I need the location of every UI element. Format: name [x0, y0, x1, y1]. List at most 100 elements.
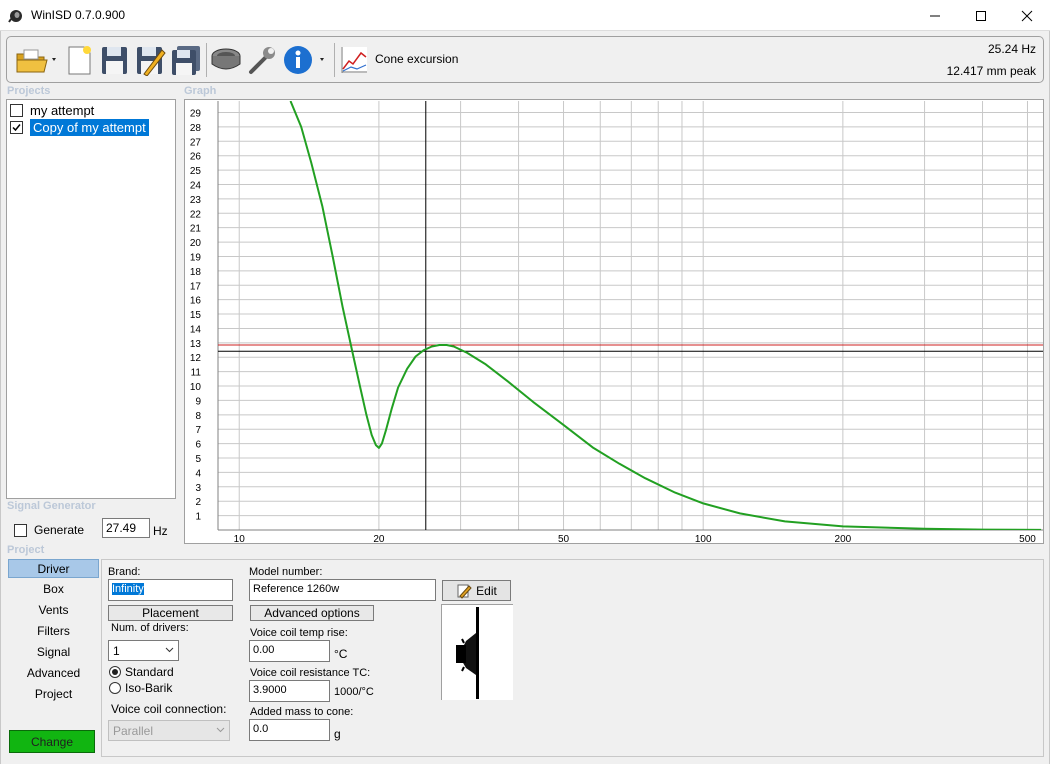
y-tick-label: 19 — [190, 252, 202, 263]
tab-signal[interactable]: Signal — [8, 643, 99, 662]
y-tick-label: 14 — [190, 324, 202, 335]
app-icon — [8, 7, 24, 23]
voice-coil-connection-value: Parallel — [113, 724, 154, 738]
maximize-icon — [976, 10, 986, 21]
voice-coil-connection-label: Voice coil connection: — [111, 702, 227, 716]
tab-driver[interactable]: Driver — [8, 559, 99, 578]
tab-filters[interactable]: Filters — [8, 622, 99, 641]
y-tick-label: 9 — [195, 396, 201, 407]
brand-value: Infinity — [112, 583, 144, 595]
y-tick-label: 12 — [190, 353, 202, 364]
y-tick-label: 8 — [195, 411, 201, 422]
close-icon — [1021, 10, 1033, 21]
chevron-down-icon — [216, 727, 225, 733]
driver-icon — [211, 48, 241, 70]
open-button[interactable] — [13, 42, 59, 78]
projects-section-label: Projects — [7, 85, 51, 97]
num-drivers-select[interactable]: 1 — [108, 640, 179, 661]
vc-temp-label: Voice coil temp rise: — [250, 627, 348, 639]
project-checkbox[interactable] — [10, 120, 23, 134]
vc-resistance-input[interactable]: 3.9000 — [249, 680, 330, 702]
radio-standard-circle[interactable] — [109, 666, 121, 678]
project-tabs: Driver Box Vents Filters Signal Advanced… — [6, 558, 99, 756]
y-tick-label: 23 — [190, 195, 202, 206]
y-tick-label: 21 — [190, 224, 202, 235]
save-button[interactable] — [97, 42, 131, 78]
project-section-label: Project — [7, 544, 45, 556]
y-tick-label: 11 — [191, 368, 202, 379]
y-tick-label: 24 — [190, 180, 202, 191]
driver-editor-button[interactable] — [209, 42, 243, 78]
radio-standard[interactable]: Standard — [109, 665, 174, 679]
y-tick-label: 27 — [190, 137, 202, 148]
tab-vents[interactable]: Vents — [8, 601, 99, 620]
model-number-label: Model number: — [249, 566, 323, 578]
new-project-button[interactable] — [62, 42, 96, 78]
change-button[interactable]: Change — [9, 730, 95, 753]
info-button[interactable] — [283, 42, 327, 78]
graph-panel[interactable]: 1 2 3 4 5 6 7 8 9 10 11 12 13 14 15 16 17 18 19 20 21 22 23 24 2… — [184, 99, 1044, 544]
y-tick-label: 15 — [190, 310, 202, 321]
checkmark-icon — [12, 123, 21, 131]
save-as-button[interactable] — [133, 42, 167, 78]
save-icon — [102, 47, 127, 74]
generator-frequency-input[interactable]: 27.49 — [102, 518, 150, 538]
added-mass-label: Added mass to cone: — [250, 706, 354, 718]
excursion-series-line — [289, 101, 1042, 530]
x-tick-label: 20 — [373, 534, 385, 543]
title-bar: WinISD 0.7.0.900 — [0, 0, 1050, 31]
edit-button-label: Edit — [476, 583, 497, 598]
vc-resistance-label: Voice coil resistance TC: — [250, 667, 371, 679]
project-checkbox[interactable] — [10, 103, 23, 117]
y-tick-label: 7 — [195, 425, 201, 436]
y-tick-label: 18 — [190, 267, 202, 278]
projects-list[interactable]: my attempt Copy of my attempt — [6, 99, 176, 499]
voice-coil-connection-select: Parallel — [108, 720, 230, 741]
y-tick-label: 5 — [195, 454, 201, 465]
placement-button[interactable]: Placement — [108, 605, 233, 621]
info-icon — [284, 46, 324, 74]
added-mass-unit: g — [334, 727, 341, 741]
save-all-button[interactable] — [169, 42, 203, 78]
tab-advanced[interactable]: Advanced — [8, 664, 99, 683]
project-item-selected[interactable]: Copy of my attempt — [10, 118, 149, 136]
edit-button[interactable]: Edit — [442, 580, 511, 601]
vc-resistance-unit: 1000/°C — [334, 686, 374, 698]
toolbar-separator — [334, 43, 335, 77]
tab-project[interactable]: Project — [8, 685, 99, 704]
advanced-options-button[interactable]: Advanced options — [250, 605, 374, 621]
cone-excursion-button[interactable] — [337, 42, 371, 78]
x-tick-label: 50 — [558, 534, 570, 543]
radio-standard-label: Standard — [125, 665, 174, 679]
cone-excursion-chart[interactable]: 1234567891011121314151617181920212223242… — [185, 100, 1043, 543]
tab-box[interactable]: Box — [8, 580, 99, 599]
y-tick-label: 16 — [190, 296, 202, 307]
y-tick-label: 2 — [195, 497, 201, 508]
radio-isobarik-label: Iso-Barik — [125, 681, 173, 695]
window-title: WinISD 0.7.0.900 — [31, 8, 126, 22]
graph-section-label: Graph — [184, 85, 217, 97]
y-tick-label: 25 — [190, 166, 202, 177]
vc-temp-input[interactable]: 0.00 — [249, 640, 330, 662]
tools-icon — [249, 47, 275, 74]
brand-input[interactable]: Infinity — [108, 579, 233, 601]
close-button[interactable] — [1004, 0, 1050, 31]
radio-isobarik-circle[interactable] — [109, 682, 121, 694]
y-tick-label: 10 — [190, 382, 202, 393]
generate-checkbox[interactable] — [14, 523, 27, 537]
minimize-button[interactable] — [912, 0, 958, 31]
toolbar-separator — [206, 43, 207, 77]
frequency-readout: 25.24 Hz — [987, 42, 1036, 56]
generate-checkbox-row[interactable]: Generate — [14, 523, 84, 537]
driver-image — [441, 604, 513, 700]
generator-frequency-unit: Hz — [153, 524, 168, 538]
model-number-input[interactable]: Reference 1260w — [249, 579, 436, 601]
driver-panel — [101, 559, 1044, 757]
maximize-button[interactable] — [958, 0, 1004, 31]
radio-isobarik[interactable]: Iso-Barik — [109, 681, 172, 695]
generate-label: Generate — [34, 523, 85, 537]
chevron-down-icon — [165, 647, 174, 653]
tools-button[interactable] — [245, 42, 279, 78]
project-item[interactable]: my attempt — [10, 102, 94, 118]
added-mass-input[interactable]: 0.0 — [249, 719, 330, 741]
